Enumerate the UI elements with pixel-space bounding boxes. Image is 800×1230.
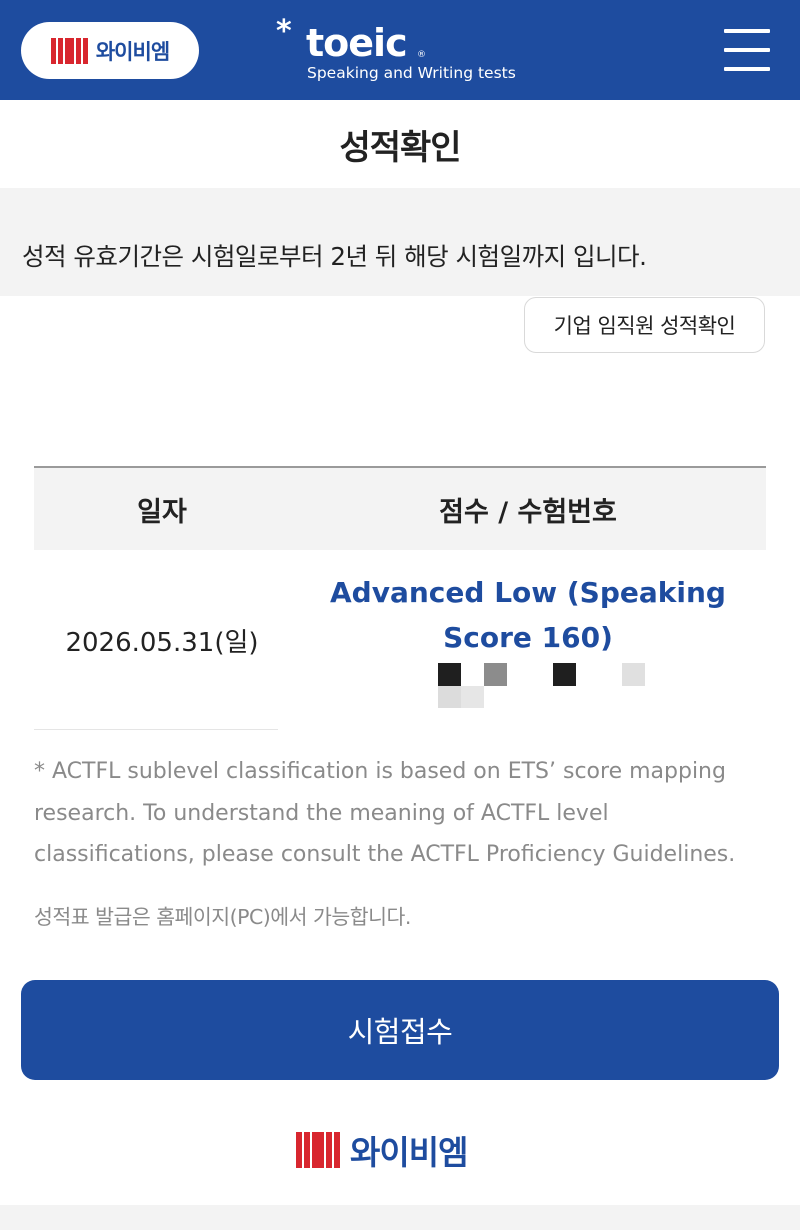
footer-ybm-logo[interactable]: 와이비엠 [296, 1128, 506, 1172]
score-table-header: 일자 점수 / 수험번호 [34, 466, 766, 550]
toeic-wordmark: toeic [306, 21, 408, 65]
row-score-link[interactable]: Advanced Low (Speaking Score 160) [290, 570, 766, 660]
ybm-logo-button[interactable]: 와이비엠 [21, 22, 199, 79]
apply-exam-button[interactable]: 시험접수 [21, 980, 779, 1080]
row-divider [34, 729, 278, 730]
actfl-footnote: * ACTFL sublevel classification is based… [34, 759, 736, 867]
ybm-mark-icon [50, 37, 88, 64]
corporate-score-check-button[interactable]: 기업 임직원 성적확인 [524, 297, 765, 353]
toeic-subtitle: Speaking and Writing tests [307, 64, 516, 82]
bottom-strip [0, 1205, 800, 1230]
ybm-brand-text: 와이비엠 [95, 39, 170, 64]
hamburger-menu-icon[interactable] [724, 29, 770, 71]
footer-brand-text: 와이비엠 [350, 1133, 468, 1172]
validity-notice: 성적 유효기간은 시험일로부터 2년 뒤 해당 시험일까지 입니다. [22, 242, 647, 271]
toeic-logo[interactable]: * toeic ® Speaking and Writing tests [276, 14, 536, 88]
issue-note: 성적표 발급은 홈페이지(PC)에서 가능합니다. [34, 905, 411, 929]
ybm-mark-icon [296, 1132, 340, 1168]
row-date: 2026.05.31(일) [65, 627, 259, 658]
column-header-score: 점수 / 수험번호 [439, 496, 617, 528]
toeic-star-icon: * [276, 14, 292, 49]
page-title: 성적확인 [339, 127, 461, 168]
registered-mark: ® [417, 50, 426, 60]
top-header: 와이비엠 * toeic ® Speaking and Writing test… [0, 0, 800, 100]
column-header-date: 일자 [137, 496, 187, 528]
